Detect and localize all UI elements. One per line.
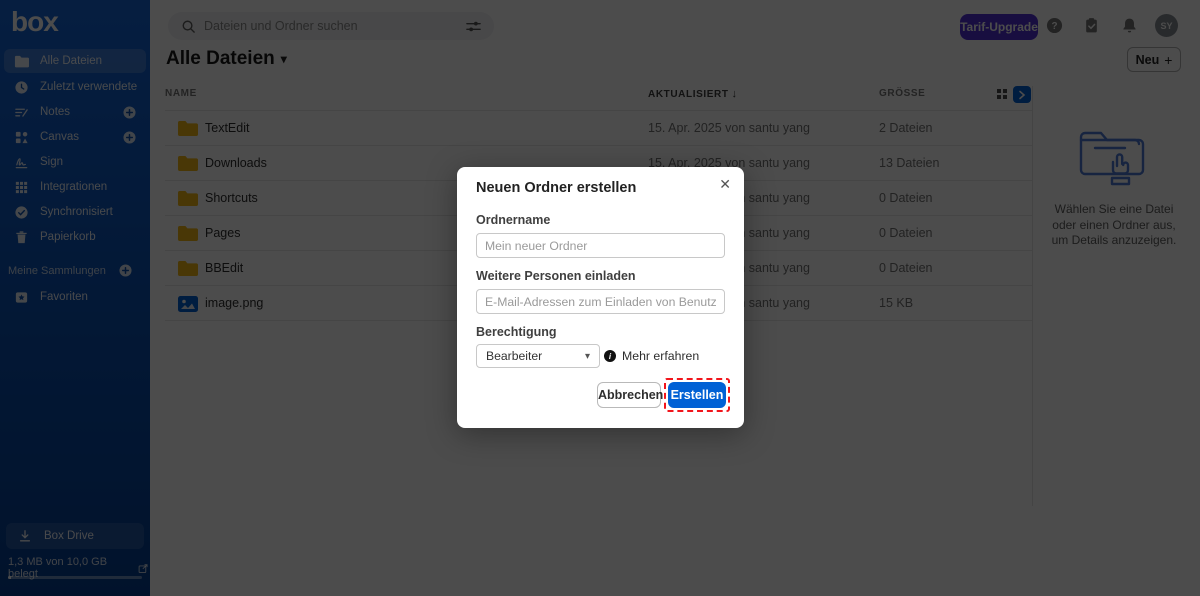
create-button[interactable]: Erstellen [668, 382, 726, 408]
modal-title: Neuen Ordner erstellen [476, 180, 637, 196]
caret-down-icon: ▾ [584, 350, 590, 362]
folder-name-input[interactable] [476, 233, 725, 258]
invite-emails-input[interactable] [476, 289, 725, 314]
info-icon: i [604, 350, 616, 362]
permission-label: Berechtigung [476, 325, 557, 339]
invite-people-label: Weitere Personen einladen [476, 269, 636, 283]
cancel-button[interactable]: Abbrechen [597, 382, 663, 408]
close-icon[interactable]: ✕ [719, 176, 731, 193]
folder-name-label: Ordnername [476, 213, 551, 227]
permission-select[interactable]: Bearbeiter ▾ [476, 344, 600, 368]
create-folder-modal: Neuen Ordner erstellen ✕ Ordnername Weit… [457, 167, 744, 428]
learn-more-link[interactable]: i Mehr erfahren [604, 349, 699, 363]
box-app: box Alle Dateien Zuletzt verwendete Note… [0, 0, 1200, 596]
